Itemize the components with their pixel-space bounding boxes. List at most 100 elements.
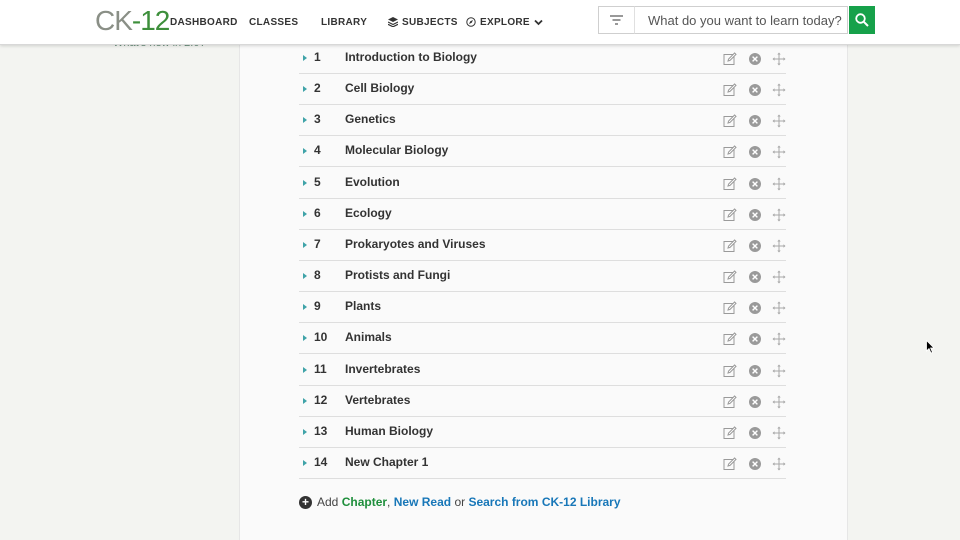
drag-move-icon[interactable] [772,83,786,97]
remove-icon[interactable] [748,457,762,471]
nav-dashboard[interactable]: DASHBOARD [170,0,238,44]
edit-icon[interactable] [723,239,737,253]
expand-caret-icon[interactable] [303,148,307,155]
remove-icon[interactable] [748,114,762,128]
expand-caret-icon[interactable] [303,428,307,435]
chapter-row[interactable]: 4 Molecular Biology [299,136,786,168]
search-input[interactable] [634,6,848,34]
drag-move-icon[interactable] [772,270,786,284]
expand-caret-icon[interactable] [303,366,307,373]
chapter-title[interactable]: Plants [345,299,381,313]
chapter-title[interactable]: Ecology [345,206,392,220]
filter-button[interactable] [598,6,634,34]
chapter-title[interactable]: Invertebrates [345,362,420,376]
remove-icon[interactable] [748,177,762,191]
edit-icon[interactable] [723,83,737,97]
chapter-row[interactable]: 14 New Chapter 1 [299,448,786,479]
chapter-row[interactable]: 9 Plants [299,292,786,324]
drag-move-icon[interactable] [772,145,786,159]
search-button[interactable] [849,6,875,34]
chapter-title[interactable]: Human Biology [345,424,433,438]
remove-icon[interactable] [748,145,762,159]
chapter-row[interactable]: 3 Genetics [299,105,786,137]
remove-icon[interactable] [748,426,762,440]
expand-caret-icon[interactable] [303,210,307,217]
chapter-row[interactable]: 5 Evolution [299,168,786,199]
chapter-row[interactable]: 12 Vertebrates [299,386,786,417]
remove-icon[interactable] [748,395,762,409]
chapter-row[interactable]: 10 Animals [299,323,786,355]
drag-move-icon[interactable] [772,52,786,66]
edit-icon[interactable] [723,114,737,128]
drag-move-icon[interactable] [772,177,786,191]
edit-icon[interactable] [723,332,737,346]
chapter-row[interactable]: 1 Introduction to Biology [299,43,786,74]
remove-icon[interactable] [748,83,762,97]
expand-caret-icon[interactable] [303,179,307,186]
drag-move-icon[interactable] [772,208,786,222]
chapter-row[interactable]: 7 Prokaryotes and Viruses [299,230,786,261]
nav-subjects[interactable]: SUBJECTS [388,0,458,44]
expand-caret-icon[interactable] [303,273,307,280]
drag-move-icon[interactable] [772,364,786,378]
expand-caret-icon[interactable] [303,304,307,311]
drag-move-icon[interactable] [772,301,786,315]
nav-explore[interactable]: EXPLORE [466,0,547,44]
expand-caret-icon[interactable] [303,117,307,124]
chapter-title[interactable]: Evolution [345,175,400,189]
chapter-row[interactable]: 6 Ecology [299,199,786,230]
expand-caret-icon[interactable] [303,86,307,93]
add-plus-icon[interactable]: + [299,495,312,509]
edit-icon[interactable] [723,363,737,378]
chapter-title[interactable]: Genetics [345,112,396,126]
expand-caret-icon[interactable] [303,397,307,404]
edit-icon[interactable] [723,145,737,159]
remove-icon[interactable] [748,332,762,346]
drag-move-icon[interactable] [772,395,786,409]
chapter-title[interactable]: Protists and Fungi [345,268,450,282]
chapter-number: 5 [314,174,321,189]
chapter-title[interactable]: Prokaryotes and Viruses [345,237,486,251]
add-chapter-link[interactable]: Chapter [342,495,387,509]
remove-icon[interactable] [748,364,762,378]
chapter-row[interactable]: 13 Human Biology [299,417,786,448]
expand-caret-icon[interactable] [303,335,307,342]
edit-icon[interactable] [723,208,737,222]
nav-library[interactable]: LIBRARY [321,0,367,44]
new-read-link[interactable]: New Read [394,495,451,509]
ck12-logo[interactable]: CK -12 [95,5,170,36]
chapter-title[interactable]: Introduction to Biology [345,50,477,64]
remove-icon[interactable] [748,52,762,66]
edit-icon[interactable] [723,457,737,471]
remove-icon[interactable] [748,301,762,315]
expand-caret-icon[interactable] [303,55,307,61]
chapter-title[interactable]: Vertebrates [345,393,410,407]
edit-icon[interactable] [723,52,737,66]
edit-icon[interactable] [723,426,737,440]
edit-icon[interactable] [723,270,737,284]
search-icon [855,13,869,27]
search-library-link[interactable]: Search from CK-12 Library [468,495,620,509]
drag-move-icon[interactable] [772,457,786,471]
edit-icon[interactable] [723,301,737,315]
drag-move-icon[interactable] [772,114,786,128]
drag-move-icon[interactable] [772,239,786,253]
nav-classes[interactable]: CLASSES [249,0,298,44]
edit-icon[interactable] [723,394,737,409]
chapter-row[interactable]: 2 Cell Biology [299,74,786,106]
chapter-title[interactable]: Molecular Biology [345,143,448,157]
chapter-title[interactable]: New Chapter 1 [345,455,428,469]
chapter-title[interactable]: Animals [345,330,392,344]
chapter-row[interactable]: 11 Invertebrates [299,355,786,386]
nav-dashboard-label: DASHBOARD [170,16,238,28]
expand-caret-icon[interactable] [303,241,307,248]
chapter-row[interactable]: 8 Protists and Fungi [299,261,786,293]
edit-icon[interactable] [723,176,737,191]
remove-icon[interactable] [748,239,762,253]
drag-move-icon[interactable] [772,426,786,440]
expand-caret-icon[interactable] [303,459,307,466]
drag-move-icon[interactable] [772,332,786,346]
remove-icon[interactable] [748,208,762,222]
remove-icon[interactable] [748,270,762,284]
chapter-title[interactable]: Cell Biology [345,81,414,95]
